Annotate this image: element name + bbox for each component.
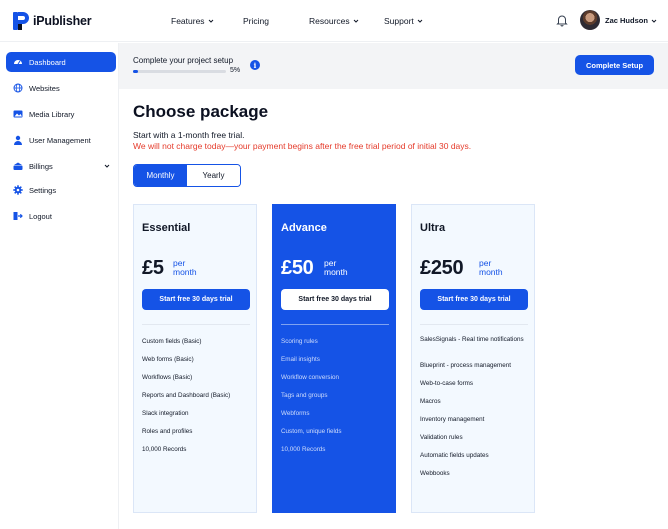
- page-title: Choose package: [133, 102, 269, 121]
- sidebar-item-user-management[interactable]: User Management: [6, 130, 116, 150]
- feature-item: Roles and profiles: [142, 428, 193, 435]
- user-name: Zac Hudson: [605, 16, 648, 25]
- sidebar-item-billings[interactable]: Billings: [6, 156, 116, 176]
- gear-icon: [13, 185, 23, 195]
- chevron-down-icon: [417, 19, 423, 23]
- sidebar-item-websites[interactable]: Websites: [6, 78, 116, 98]
- sidebar-item-label: Media Library: [29, 109, 75, 119]
- card-divider: [420, 324, 528, 325]
- plan-period: per month: [173, 259, 197, 276]
- start-trial-button[interactable]: Start free 30 days trial: [142, 289, 250, 310]
- sidebar-item-logout[interactable]: Logout: [6, 206, 116, 226]
- avatar[interactable]: [580, 10, 600, 30]
- globe-icon: [13, 83, 23, 93]
- plan-period-line-2: month: [173, 266, 197, 277]
- feature-item: Web-to-case forms: [420, 380, 474, 387]
- sidebar-item-label: Billings: [29, 161, 53, 171]
- plan-period: per month: [479, 259, 503, 276]
- plan-card-essential: Essential £5 per month Start free 30 day…: [133, 204, 257, 513]
- feature-item: Tags and groups: [281, 392, 328, 399]
- wallet-icon: [13, 162, 23, 170]
- payment-notice: We will not charge today—your payment be…: [133, 141, 472, 151]
- plan-price: £250: [420, 257, 464, 279]
- toggle-monthly[interactable]: Monthly: [134, 165, 187, 186]
- feature-item: Workflow conversion: [281, 374, 339, 381]
- sidebar-item-label: Settings: [29, 185, 57, 195]
- feature-item: Reports and Dashboard (Basic): [142, 392, 231, 399]
- info-icon[interactable]: i: [250, 60, 260, 70]
- feature-item: Workflows (Basic): [142, 374, 193, 381]
- nav-resources-label: Resources: [309, 16, 350, 26]
- feature-item: Custom fields (Basic): [142, 338, 202, 345]
- top-navigation-bar: iPublisher Features Pricing Resources Su…: [0, 0, 668, 42]
- feature-item: Email insights: [281, 356, 320, 363]
- feature-item: Validation rules: [420, 434, 463, 441]
- chevron-down-icon: [353, 19, 358, 23]
- nav-support-label: Support: [384, 16, 414, 26]
- feature-item: Automatic fields updates: [420, 452, 489, 459]
- setup-progress-fill: [133, 70, 138, 73]
- feature-item: 10,000 Records: [281, 446, 326, 453]
- plan-name: Ultra: [420, 222, 446, 234]
- feature-item: 10,000 Records: [142, 446, 187, 453]
- sidebar: Dashboard Websites Media Library User Ma…: [0, 43, 119, 529]
- logo-icon: [13, 12, 29, 30]
- plan-period-line-2: month: [479, 266, 503, 277]
- toggle-yearly[interactable]: Yearly: [187, 165, 240, 186]
- start-trial-button[interactable]: Start free 30 days trial: [281, 289, 389, 310]
- feature-item: Webbooks: [420, 470, 450, 477]
- billing-period-toggle: Monthly Yearly: [133, 164, 241, 187]
- nav-resources[interactable]: Resources: [309, 16, 359, 26]
- nav-features-label: Features: [171, 16, 205, 26]
- feature-item: Blueprint - process management: [420, 362, 512, 369]
- feature-item: Scoring rules: [281, 338, 318, 345]
- card-divider: [281, 324, 389, 325]
- complete-setup-button[interactable]: Complete Setup: [575, 55, 654, 75]
- feature-item: SalesSignals - Real time notifications: [420, 336, 524, 343]
- plan-period-line-2: month: [324, 266, 348, 277]
- brand-name: iPublisher: [33, 14, 92, 28]
- plan-period: per month: [324, 259, 348, 276]
- feature-item: Macros: [420, 398, 441, 405]
- feature-item: Custom, unique fields: [281, 428, 342, 435]
- nav-features[interactable]: Features: [171, 16, 214, 26]
- start-trial-button[interactable]: Start free 30 days trial: [420, 289, 528, 310]
- plan-card-advance: Advance £50 per month Start free 30 days…: [272, 204, 396, 513]
- feature-item: Web forms (Basic): [142, 356, 194, 363]
- feature-item: Slack integration: [142, 410, 189, 417]
- setup-title: Complete your project setup: [133, 56, 234, 65]
- sidebar-item-label: Websites: [29, 83, 60, 93]
- feature-item: Inventory management: [420, 416, 485, 423]
- plan-card-ultra: Ultra £250 per month Start free 30 days …: [411, 204, 535, 513]
- sidebar-item-dashboard[interactable]: Dashboard: [6, 52, 116, 72]
- card-divider: [142, 324, 250, 325]
- sidebar-item-label: Dashboard: [29, 57, 66, 67]
- sidebar-item-label: User Management: [29, 135, 91, 145]
- brand-logo[interactable]: iPublisher: [12, 11, 92, 31]
- nav-pricing[interactable]: Pricing: [243, 16, 269, 26]
- logout-icon: [13, 212, 23, 220]
- dashboard-icon: [14, 60, 22, 65]
- image-icon: [13, 110, 23, 118]
- plan-name: Essential: [142, 222, 191, 234]
- trial-subtitle: Start with a 1-month free trial.: [133, 130, 245, 140]
- chevron-down-icon: [104, 164, 110, 168]
- nav-support[interactable]: Support: [384, 16, 423, 26]
- chevron-down-icon: [208, 19, 213, 23]
- plan-name: Advance: [281, 222, 327, 234]
- plan-price: £50: [281, 257, 314, 279]
- setup-progress-bar: [133, 70, 226, 73]
- notification-bell-icon[interactable]: [555, 13, 569, 27]
- user-icon: [14, 135, 22, 145]
- sidebar-item-settings[interactable]: Settings: [6, 180, 116, 200]
- sidebar-item-label: Logout: [29, 211, 52, 221]
- user-menu[interactable]: Zac Hudson: [605, 16, 657, 25]
- feature-item: Webforms: [281, 410, 310, 417]
- setup-progress-percent: 5%: [230, 67, 241, 74]
- nav-pricing-label: Pricing: [243, 16, 269, 26]
- sidebar-item-media-library[interactable]: Media Library: [6, 104, 116, 124]
- setup-banner: Complete your project setup 5% i Complet…: [119, 43, 668, 89]
- chevron-down-icon: [651, 19, 657, 23]
- plan-price: £5: [142, 257, 164, 279]
